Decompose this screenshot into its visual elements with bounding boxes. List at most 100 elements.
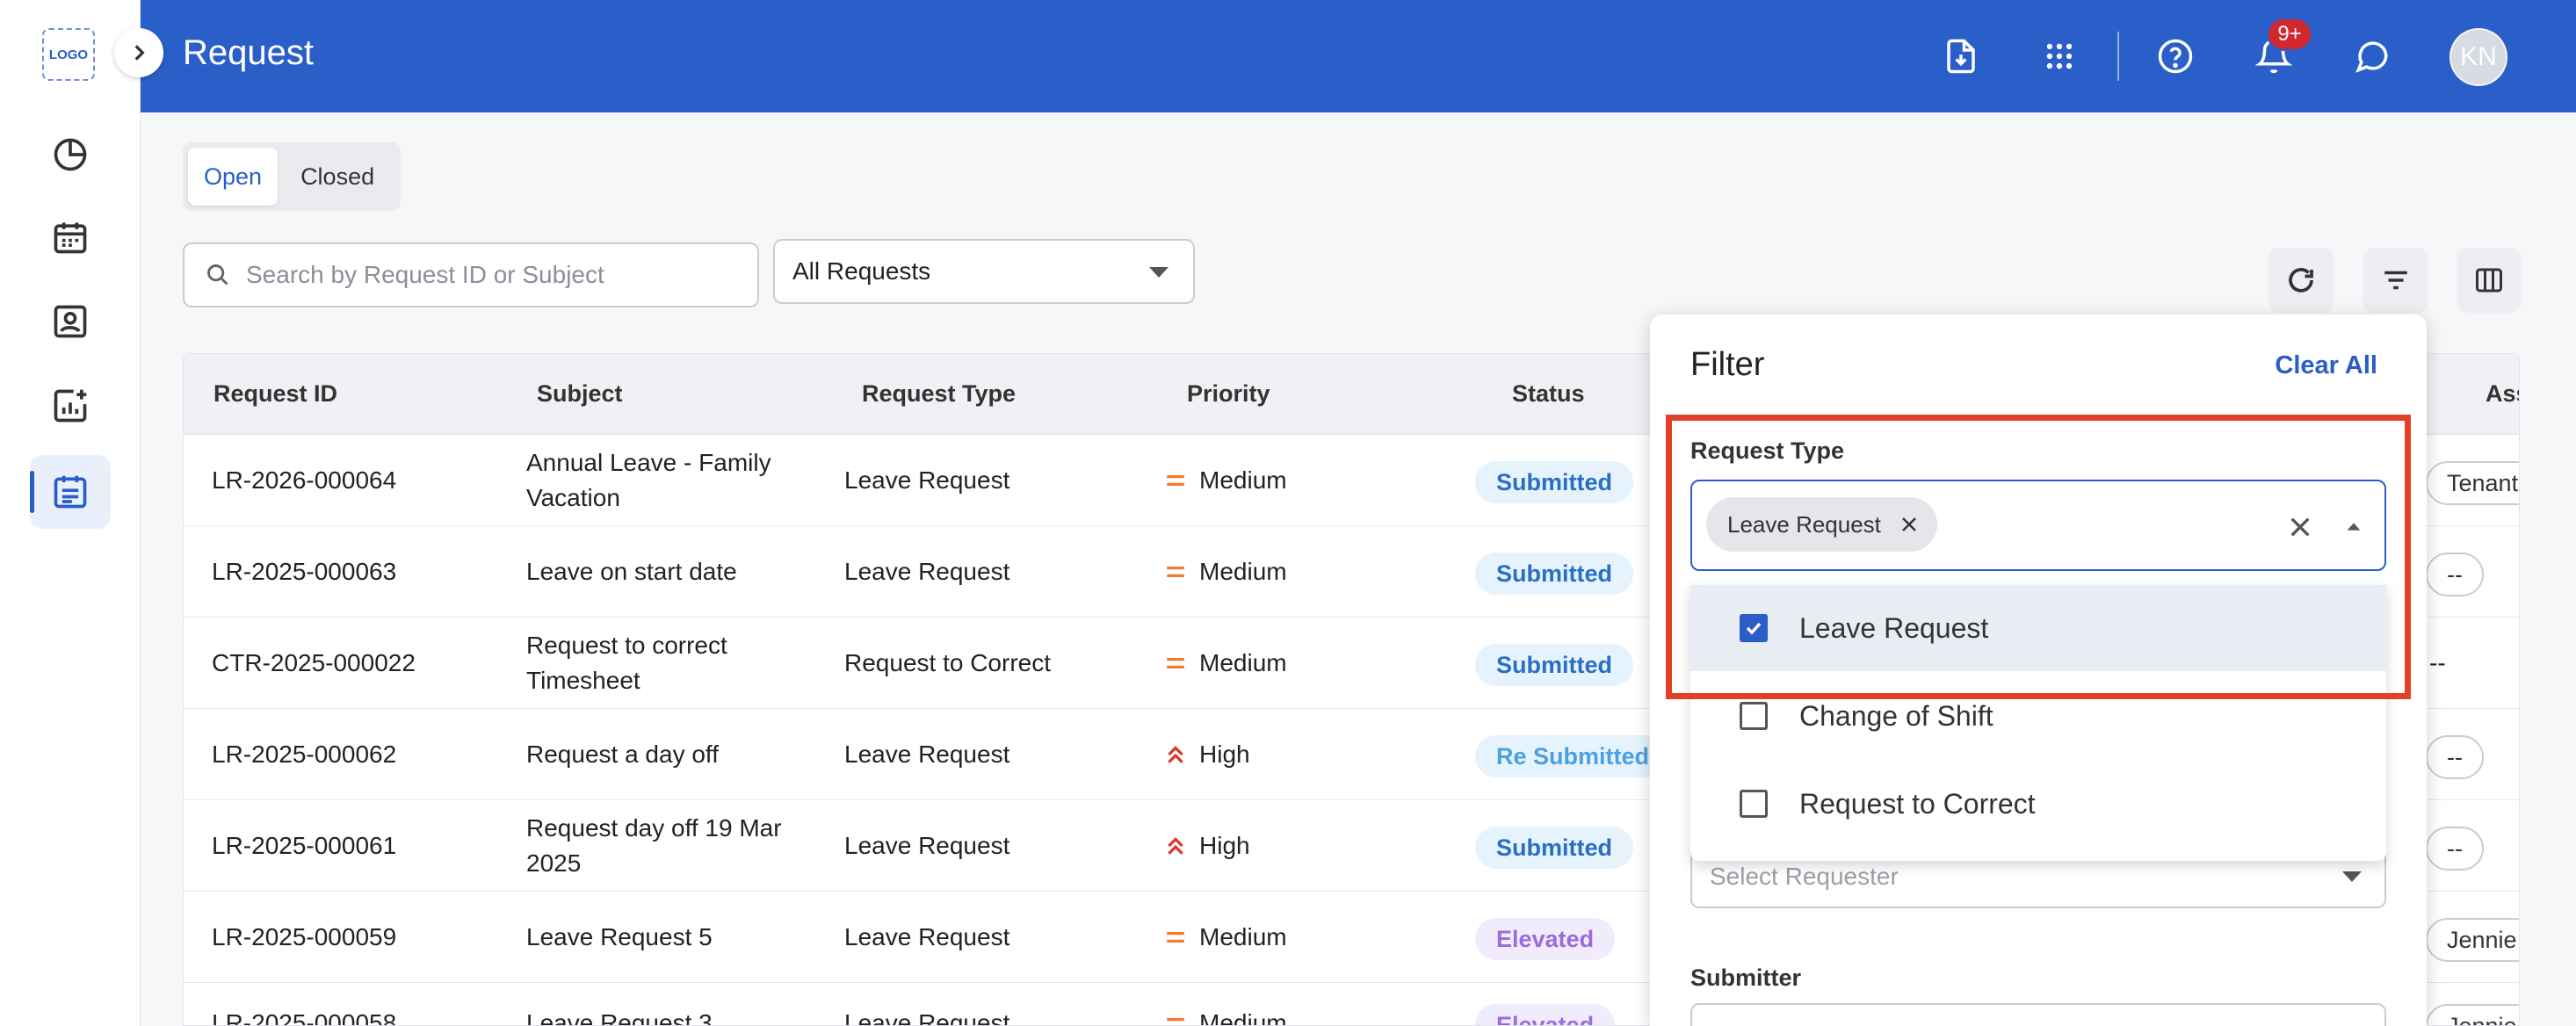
tag-remove-icon[interactable]: [1899, 514, 1920, 535]
search-placeholder: Search by Request ID or Subject: [246, 261, 604, 288]
request-id: CTR-2025-000022: [212, 649, 416, 676]
priority-high-icon: [1168, 837, 1183, 855]
column-header[interactable]: Status: [1512, 380, 1585, 408]
priority-label: Medium: [1199, 1009, 1287, 1026]
contact-card-icon: [54, 305, 87, 338]
priority: Medium: [1164, 646, 1287, 681]
requester-placeholder: Select Requester: [1710, 863, 1899, 890]
request-type-label: Request Type: [1690, 437, 1845, 464]
apps-button[interactable]: [2031, 28, 2088, 84]
column-header[interactable]: Ass: [2486, 380, 2519, 408]
priority-label: High: [1199, 741, 1250, 768]
status-badge: Elevated: [1475, 918, 1616, 960]
tab-open[interactable]: Open: [188, 148, 279, 206]
chevron-right-icon: [134, 45, 145, 61]
filter-button[interactable]: [2363, 248, 2428, 313]
assignee-chip: Tenant: [2426, 461, 2519, 505]
checkbox-icon[interactable]: [1740, 790, 1768, 818]
sidebar-item-reports[interactable]: [30, 369, 111, 443]
sidebar-item-calendar[interactable]: [30, 200, 111, 274]
submitter-select[interactable]: [1690, 1003, 2386, 1026]
priority-medium-icon: [1167, 475, 1184, 486]
clear-all-button[interactable]: Clear All: [2275, 351, 2377, 380]
chat-bubble-icon: [2355, 41, 2388, 73]
column-header[interactable]: Subject: [537, 380, 623, 408]
priority-label: Medium: [1199, 923, 1287, 950]
request-type: Leave Request: [844, 1009, 1010, 1026]
request-type: Leave Request: [844, 466, 1010, 494]
clear-selection-icon[interactable]: [2286, 513, 2314, 541]
status-badge: Submitted: [1475, 644, 1633, 686]
status-badge: Submitted: [1475, 553, 1633, 595]
request-id: LR-2025-000061: [212, 832, 397, 859]
request-id: LR-2026-000064: [212, 466, 397, 494]
sidebar-item-profile[interactable]: [30, 285, 111, 358]
request-subject: Request a day off: [526, 741, 719, 768]
request-id: LR-2025-000063: [212, 558, 397, 585]
columns-button[interactable]: [2457, 248, 2522, 313]
column-header[interactable]: Request ID: [213, 380, 337, 408]
app-header: Request 9+ KN: [141, 0, 2576, 112]
request-subject: Leave Request 3: [526, 1009, 713, 1026]
option-change-of-shift[interactable]: Change of Shift: [1690, 673, 2386, 759]
selected-tag: Leave Request: [1706, 497, 1937, 552]
submitter-label: Submitter: [1690, 965, 1802, 991]
option-label: Change of Shift: [1799, 699, 1994, 732]
download-button[interactable]: [1933, 28, 1989, 84]
checkbox-checked-icon[interactable]: [1740, 614, 1768, 642]
header-divider: [2117, 32, 2119, 81]
request-type: Leave Request: [844, 558, 1010, 585]
request-scope-select[interactable]: All Requests: [773, 239, 1195, 304]
request-scope-value: All Requests: [792, 257, 931, 285]
help-button[interactable]: [2147, 28, 2203, 84]
status-badge: Submitted: [1475, 461, 1633, 503]
status-badge: Submitted: [1475, 827, 1633, 869]
priority: Medium: [1164, 554, 1287, 589]
refresh-button[interactable]: [2268, 248, 2334, 313]
caret-down-icon: [1149, 267, 1169, 278]
search-icon: [207, 264, 228, 285]
refresh-icon: [2289, 268, 2313, 293]
filter-panel: Filter Clear All Request Type Leave Requ…: [1650, 314, 2427, 1026]
assignee-chip: --: [2426, 827, 2484, 871]
sidebar: LOGO: [0, 0, 141, 1026]
user-avatar[interactable]: KN: [2449, 28, 2507, 86]
priority-medium-icon: [1167, 567, 1184, 577]
request-subject: Leave Request 5: [526, 923, 713, 950]
priority-label: Medium: [1199, 558, 1287, 585]
priority-high-icon: [1168, 746, 1183, 763]
grid-dots-icon: [2046, 43, 2073, 69]
option-request-to-correct[interactable]: Request to Correct: [1690, 761, 2386, 847]
help-icon: [2158, 39, 2193, 74]
file-download-icon: [1947, 39, 1975, 74]
chat-button[interactable]: [2344, 28, 2400, 84]
assignee-chip: --: [2426, 735, 2484, 779]
calendar-icon: [54, 222, 87, 254]
column-header[interactable]: Priority: [1187, 380, 1270, 408]
priority: Medium: [1164, 463, 1287, 498]
search-input[interactable]: Search by Request ID or Subject: [183, 242, 759, 307]
priority-medium-icon: [1167, 1018, 1184, 1022]
request-type-select[interactable]: Leave Request: [1690, 480, 2386, 571]
request-type-options: Leave Request Change of Shift Request to…: [1690, 585, 2386, 861]
open-closed-tabs: Open Closed: [183, 142, 401, 211]
assignee-chip: Jennie: [2426, 1004, 2519, 1025]
logo: LOGO: [42, 28, 95, 81]
caret-up-icon[interactable]: [2344, 517, 2363, 536]
priority-label: Medium: [1199, 466, 1287, 494]
option-label: Request to Correct: [1799, 787, 2036, 820]
request-id: LR-2025-000062: [212, 741, 397, 768]
filter-title: Filter: [1690, 346, 1765, 383]
checkbox-icon[interactable]: [1740, 702, 1768, 730]
columns-icon: [2476, 268, 2502, 293]
sidebar-item-dashboard[interactable]: [30, 118, 111, 191]
priority: Medium: [1164, 1006, 1287, 1026]
option-label: Leave Request: [1799, 611, 1989, 644]
column-header[interactable]: Request Type: [862, 380, 1016, 408]
request-id: LR-2025-000059: [212, 923, 397, 950]
tab-closed[interactable]: Closed: [285, 148, 390, 206]
option-leave-request[interactable]: Leave Request: [1690, 585, 2386, 671]
sidebar-expand-button[interactable]: [114, 28, 163, 77]
priority-medium-icon: [1167, 932, 1184, 943]
sidebar-item-requests[interactable]: [30, 455, 111, 529]
